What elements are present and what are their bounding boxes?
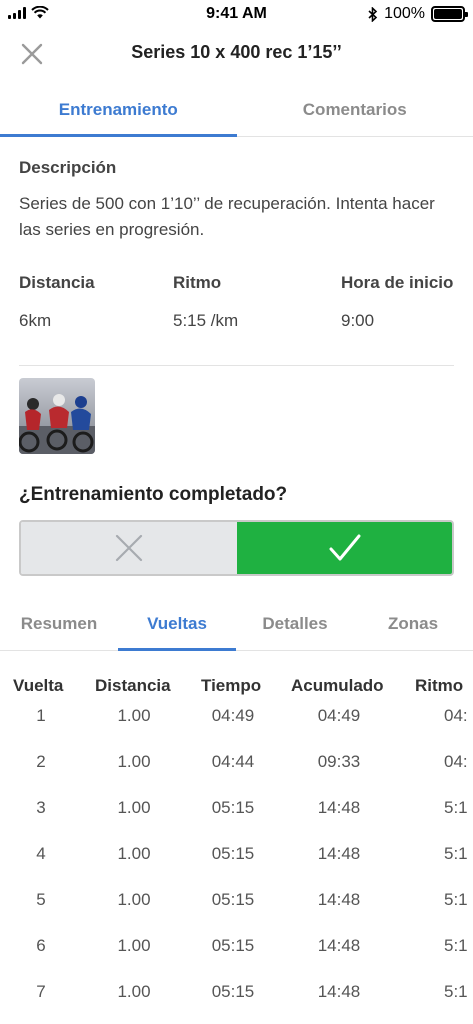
top-tabs: Entrenamiento Comentarios <box>0 84 473 137</box>
laps-body: 1 1.00 04:49 04:49 04: 2 1.00 04:44 09:33 04: 3 1.0… <box>0 706 473 1024</box>
checkmark-icon <box>329 534 360 561</box>
table-cell: 09:33 <box>317 752 361 771</box>
table-cell: 04:49 <box>211 706 255 725</box>
metric-pace-value: 5:15 /km <box>173 311 239 330</box>
table-cell: 05:15 <box>211 844 255 863</box>
table-cell: 1.00 <box>117 798 151 817</box>
metric-start-time-value: 9:00 <box>341 311 375 330</box>
tab-entrenamiento[interactable]: Entrenamiento <box>0 84 237 137</box>
laps-table: Vuelta Distancia Tiempo Acumulado Ritmo … <box>0 670 473 1024</box>
not-completed-button[interactable] <box>21 522 237 574</box>
sub-tabs: Resumen Vueltas Detalles Zonas <box>0 604 473 651</box>
table-cell: 5:1 <box>444 982 468 1001</box>
cyclists-image <box>19 378 95 454</box>
table-cell: 04: <box>444 752 468 771</box>
table-cell: 5:1 <box>444 936 468 955</box>
table-cell: 04:49 <box>317 706 361 725</box>
completed-question: ¿Entrenamiento completado? <box>19 484 288 505</box>
column-header-distancia: Distancia <box>95 676 171 695</box>
tab-resumen[interactable]: Resumen <box>0 614 118 634</box>
table-cell: 1.00 <box>117 982 151 1001</box>
table-cell: 14:48 <box>317 798 361 817</box>
cross-icon <box>115 534 143 562</box>
table-cell: 1 <box>36 706 46 725</box>
header: Series 10 x 400 rec 1’15’’ <box>0 28 473 80</box>
table-row: 4 1.00 05:15 14:48 5:1 <box>0 844 473 890</box>
completed-button[interactable] <box>237 522 452 574</box>
table-row: 7 1.00 05:15 14:48 5:1 <box>0 982 473 1024</box>
table-cell: 14:48 <box>317 844 361 863</box>
column-header-vuelta: Vuelta <box>13 676 64 695</box>
metric-start-time-label: Hora de inicio <box>341 273 454 292</box>
table-cell: 1.00 <box>117 706 151 725</box>
table-cell: 05:15 <box>211 982 255 1001</box>
description-text: Series de 500 con 1’10’’ de recuperación… <box>19 194 435 239</box>
metric-distance: Distancia 6km <box>19 273 95 331</box>
table-row: 2 1.00 04:44 09:33 04: <box>0 752 473 798</box>
bluetooth-icon <box>368 6 378 22</box>
column-header-acumulado: Acumulado <box>291 676 384 695</box>
table-cell: 14:48 <box>317 936 361 955</box>
table-cell: 1.00 <box>117 890 151 909</box>
table-cell: 2 <box>36 752 46 771</box>
status-bar: 9:41 AM 100% <box>0 0 473 28</box>
table-cell: 5 <box>36 890 46 909</box>
table-cell: 04:44 <box>211 752 255 771</box>
divider <box>19 365 454 366</box>
metric-distance-label: Distancia <box>19 273 95 292</box>
tab-zonas[interactable]: Zonas <box>354 614 472 634</box>
column-header-tiempo: Tiempo <box>201 676 262 695</box>
table-cell: 5:1 <box>444 798 468 817</box>
table-cell: 5:1 <box>444 844 468 863</box>
table-row: 3 1.00 05:15 14:48 5:1 <box>0 798 473 844</box>
table-cell: 04: <box>444 706 468 725</box>
completed-toggle <box>19 520 454 576</box>
metric-distance-value: 6km <box>19 311 52 330</box>
table-cell: 6 <box>36 936 46 955</box>
status-right: 100% <box>368 5 468 23</box>
battery-percent: 100% <box>384 5 425 22</box>
metric-pace: Ritmo 5:15 /km <box>173 273 238 331</box>
column-header-ritmo: Ritmo <box>415 676 464 695</box>
table-cell: 3 <box>36 798 46 817</box>
table-row: 1 1.00 04:49 04:49 04: <box>0 706 473 752</box>
table-row: 6 1.00 05:15 14:48 5:1 <box>0 936 473 982</box>
metric-start-time: Hora de inicio 9:00 <box>341 273 453 331</box>
tab-detalles[interactable]: Detalles <box>236 614 354 634</box>
metric-pace-label: Ritmo <box>173 273 222 292</box>
battery-icon <box>431 6 468 22</box>
table-row: 5 1.00 05:15 14:48 5:1 <box>0 890 473 936</box>
page-title: Series 10 x 400 rec 1’15’’ <box>131 42 342 62</box>
table-cell: 05:15 <box>211 798 255 817</box>
table-cell: 1.00 <box>117 936 151 955</box>
active-tab-indicator <box>118 648 236 651</box>
tab-vueltas[interactable]: Vueltas <box>118 614 236 634</box>
table-cell: 05:15 <box>211 936 255 955</box>
table-cell: 14:48 <box>317 890 361 909</box>
table-cell: 1.00 <box>117 752 151 771</box>
table-cell: 5:1 <box>444 890 468 909</box>
table-cell: 7 <box>36 982 46 1001</box>
laps-header-row: Vuelta Distancia Tiempo Acumulado Ritmo <box>0 670 473 706</box>
table-cell: 14:48 <box>317 982 361 1001</box>
table-cell: 4 <box>36 844 46 863</box>
table-cell: 1.00 <box>117 844 151 863</box>
tab-comentarios[interactable]: Comentarios <box>237 84 473 136</box>
description-title: Descripción <box>19 158 117 177</box>
table-cell: 05:15 <box>211 890 255 909</box>
workout-photo[interactable] <box>19 378 95 454</box>
